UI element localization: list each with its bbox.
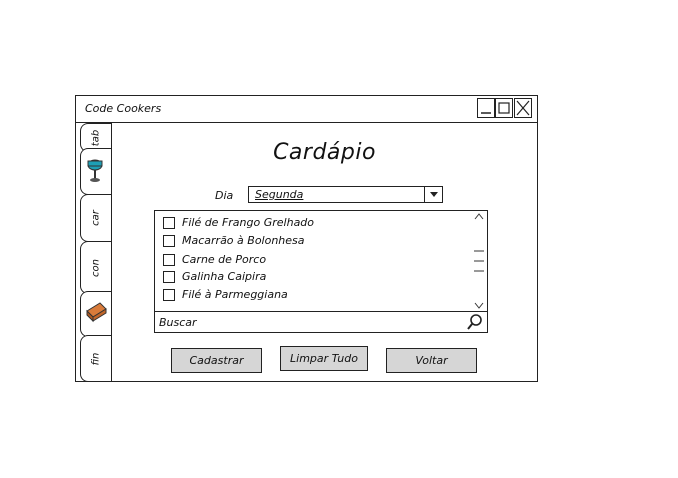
item-label: Carne de Porco xyxy=(182,253,267,266)
item-checkbox[interactable] xyxy=(163,217,175,229)
search-icon[interactable] xyxy=(466,313,484,331)
side-tab-strip: tab car con fin xyxy=(76,123,111,382)
window-title: Code Cookers xyxy=(85,102,162,115)
tab-label: car xyxy=(90,210,102,226)
app-window: Code Cookers tab car con fin Cardápio Di… xyxy=(75,95,538,382)
item-label: Galinha Caipira xyxy=(182,270,267,283)
tab-label: tab xyxy=(90,129,102,146)
list-scrollbar[interactable] xyxy=(472,211,487,311)
item-checkbox[interactable] xyxy=(163,271,175,283)
clear-all-button[interactable]: Limpar Tudo xyxy=(280,346,368,371)
item-checkbox[interactable] xyxy=(163,254,175,266)
search-placeholder: Buscar xyxy=(159,316,197,329)
close-button[interactable] xyxy=(514,98,532,118)
main-content: Cardápio Dia Segunda Filé de Frango Grel… xyxy=(111,123,537,381)
tab-cocktail[interactable] xyxy=(80,148,111,195)
register-button[interactable]: Cadastrar xyxy=(171,348,262,373)
tab-fin[interactable]: fin xyxy=(80,335,111,382)
close-icon xyxy=(516,100,530,116)
tab-brick[interactable] xyxy=(80,291,111,337)
item-label: Filé à Parmeggiana xyxy=(182,288,288,301)
back-button[interactable]: Voltar xyxy=(386,348,477,373)
maximize-icon xyxy=(498,102,510,114)
chevron-down-icon[interactable] xyxy=(424,187,442,202)
title-bar: Code Cookers xyxy=(76,96,537,123)
minimize-icon xyxy=(481,112,491,114)
tab-car[interactable]: car xyxy=(80,194,111,242)
tab-label: fin xyxy=(90,352,102,365)
minimize-button[interactable] xyxy=(477,98,495,118)
tab-label: con xyxy=(90,258,102,277)
menu-item-list[interactable]: Filé de Frango Grelhado Macarrão à Bolon… xyxy=(154,210,488,312)
item-label: Macarrão à Bolonhesa xyxy=(182,234,305,247)
tab-con[interactable]: con xyxy=(80,241,111,294)
item-label: Filé de Frango Grelhado xyxy=(182,216,315,229)
day-select[interactable]: Segunda xyxy=(248,186,443,203)
page-title: Cardápio xyxy=(273,140,376,165)
brick-icon xyxy=(86,302,107,323)
day-label: Dia xyxy=(215,189,234,202)
day-select-value: Segunda xyxy=(255,188,304,201)
item-checkbox[interactable] xyxy=(163,289,175,301)
search-input[interactable]: Buscar xyxy=(154,312,488,333)
item-checkbox[interactable] xyxy=(163,235,175,247)
cocktail-icon xyxy=(87,159,103,182)
maximize-button[interactable] xyxy=(495,98,513,118)
